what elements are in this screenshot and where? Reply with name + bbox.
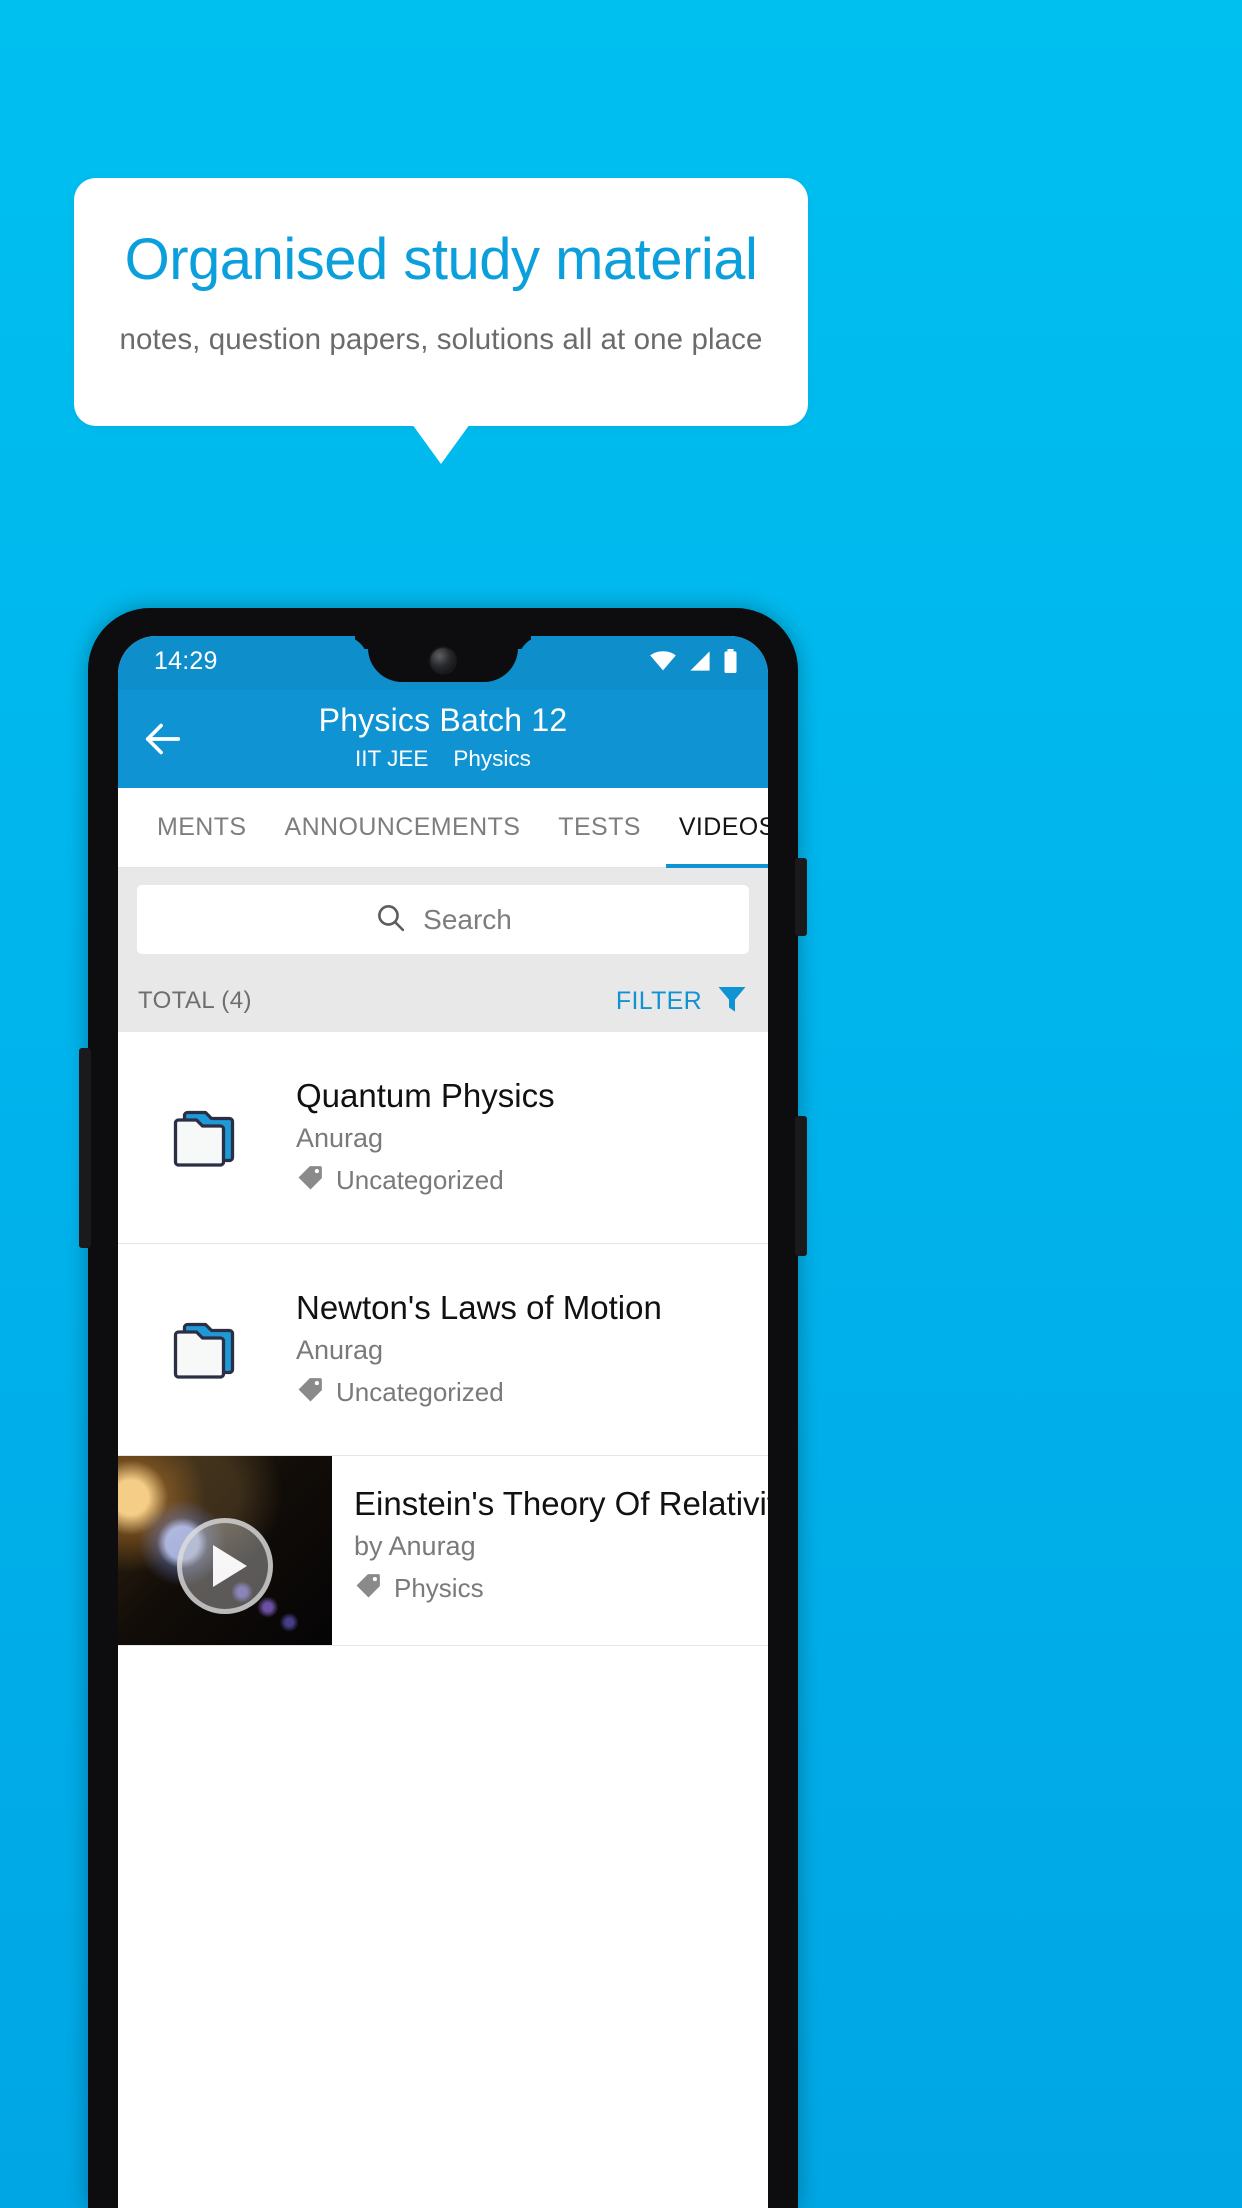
folder-stack-icon [118, 1314, 296, 1386]
search-icon [374, 901, 407, 939]
list-item-tag: Uncategorized [296, 1375, 750, 1411]
list-item[interactable]: Quantum Physics Anurag Uncategorized [118, 1032, 768, 1244]
phone-left-button [79, 1048, 91, 1248]
signal-icon [688, 650, 712, 677]
list-item-tag: Physics [354, 1571, 768, 1607]
subtitle-subject: Physics [453, 746, 531, 771]
list-item-title: Quantum Physics [296, 1077, 555, 1115]
phone-notch [368, 636, 518, 682]
battery-icon [723, 649, 738, 678]
tab-bar: MENTS ANNOUNCEMENTS TESTS VIDEOS [118, 788, 768, 868]
folder-stack-icon [118, 1102, 296, 1174]
filter-label: FILTER [615, 986, 702, 1015]
list-item-text: Newton's Laws of Motion Anurag Uncategor… [296, 1288, 768, 1411]
list-item-author: by Anurag [354, 1530, 476, 1561]
filter-funnel-icon [714, 981, 750, 1022]
list-item-title: Einstein's Theory Of Relativity [354, 1485, 768, 1522]
subtitle-exam: IIT JEE [355, 746, 429, 771]
phone-mockup: 14:29 Physics Batch 12 IIT JEE Physics M… [79, 608, 807, 2208]
page-subtitle: IIT JEE Physics [118, 746, 768, 772]
status-icons [649, 649, 738, 678]
play-icon[interactable] [177, 1517, 273, 1614]
tab-tests[interactable]: TESTS [539, 788, 660, 868]
phone-screen: 14:29 Physics Batch 12 IIT JEE Physics M… [118, 636, 768, 2208]
phone-volume-button [795, 1116, 807, 1256]
tab-announcements[interactable]: ANNOUNCEMENTS [266, 788, 540, 868]
tag-icon [296, 1163, 325, 1199]
list-item[interactable]: Einstein's Theory Of Relativity by Anura… [118, 1456, 768, 1646]
tab-videos[interactable]: VIDEOS [660, 788, 768, 868]
phone-power-button [795, 858, 807, 936]
list-item-tag-label: Uncategorized [336, 1165, 504, 1196]
app-bar: Physics Batch 12 IIT JEE Physics [118, 690, 768, 788]
tag-icon [354, 1571, 383, 1607]
list-item-text: Quantum Physics Anurag Uncategorized [296, 1076, 768, 1199]
video-thumbnail[interactable] [118, 1456, 332, 1645]
tab-assignments[interactable]: MENTS [138, 788, 266, 868]
search-placeholder: Search [423, 903, 512, 935]
total-count-label: TOTAL (4) [138, 987, 252, 1014]
list-item-author: Anurag [296, 1334, 384, 1365]
tag-icon [296, 1375, 325, 1411]
list-item-title: Newton's Laws of Motion [296, 1289, 662, 1327]
promo-bubble-tail [412, 424, 470, 464]
filter-button[interactable]: FILTER [616, 981, 768, 1022]
list-item[interactable]: Newton's Laws of Motion Anurag Uncategor… [118, 1244, 768, 1456]
content-list: Quantum Physics Anurag Uncategorized New… [118, 1032, 768, 1646]
promo-title: Organised study material [124, 227, 758, 292]
list-item-tag: Uncategorized [296, 1163, 750, 1199]
search-input[interactable]: Search [137, 885, 749, 954]
status-time: 14:29 [154, 647, 218, 675]
status-bar: 14:29 [118, 636, 768, 690]
search-area: Search [118, 868, 768, 970]
promo-subtitle: notes, question papers, solutions all at… [119, 323, 763, 356]
promo-bubble: Organised study material notes, question… [74, 178, 808, 426]
page-title: Physics Batch 12 [318, 702, 568, 738]
list-item-tag-label: Physics [394, 1573, 484, 1604]
list-toolbar: TOTAL (4) FILTER [118, 970, 768, 1032]
list-item-text: Einstein's Theory Of Relativity by Anura… [332, 1456, 768, 1645]
list-item-author: Anurag [296, 1122, 384, 1153]
wifi-icon [649, 650, 677, 677]
front-camera [430, 648, 456, 673]
list-item-tag-label: Uncategorized [336, 1377, 504, 1408]
